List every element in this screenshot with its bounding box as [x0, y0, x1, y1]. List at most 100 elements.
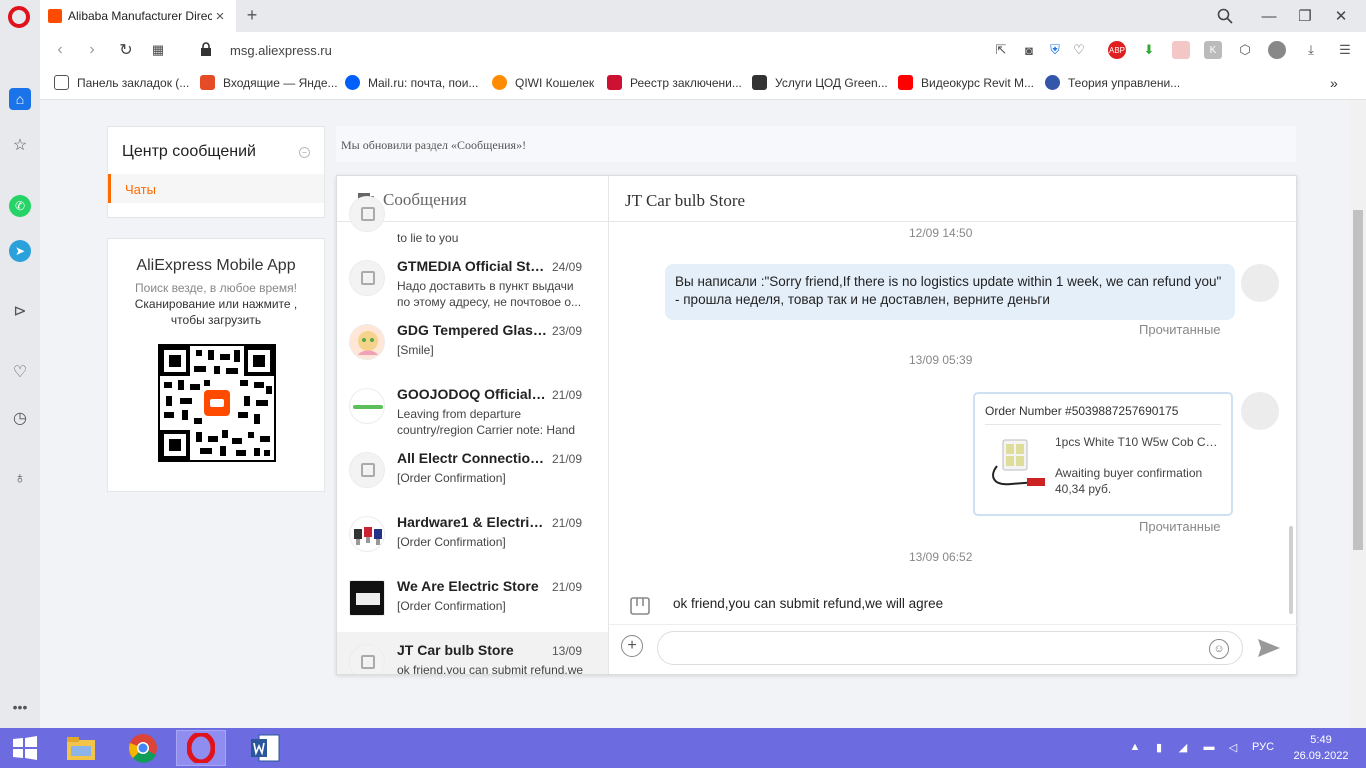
bookmark-item[interactable]: Mail.ru: почта, пои...: [345, 75, 478, 90]
conversation-name: All Electr Connection ...: [397, 450, 547, 466]
order-card[interactable]: Order Number #5039887257690175 1pcs Whit…: [973, 392, 1233, 516]
camera-icon[interactable]: ◙: [1020, 41, 1038, 59]
read-status: Прочитанные: [1139, 322, 1221, 337]
address-bar: ‹ › ↻ ▦ msg.aliexpress.ru ⇱ ◙ ⛨ ♡ ABP ⬇ …: [40, 32, 1366, 68]
k-extension-icon[interactable]: K: [1204, 41, 1222, 59]
chat-pane: JT Car bulb Store 12/09 14:50 Вы написал…: [609, 176, 1297, 674]
file-explorer-icon[interactable]: [56, 730, 106, 766]
minimize-button[interactable]: —: [1258, 5, 1280, 27]
more-icon[interactable]: •••: [9, 696, 31, 718]
bookmark-item[interactable]: Реестр заключени...: [607, 75, 742, 90]
reload-button[interactable]: ↻: [116, 40, 136, 60]
shop-icon: [361, 271, 375, 285]
store-avatar: [349, 644, 385, 674]
telegram-icon[interactable]: ➤: [9, 240, 31, 262]
bookmark-item[interactable]: Теория управлени...: [1045, 75, 1180, 90]
player-icon[interactable]: ⊳: [9, 300, 31, 322]
clock-time: 5:49: [1310, 734, 1332, 746]
app-subtitle: Поиск везде, в любое время!: [135, 281, 297, 295]
list-item[interactable]: We Are Electric Store 21/09 [Order Confi…: [337, 568, 608, 632]
collapse-icon[interactable]: −: [299, 147, 310, 158]
bookmark-item[interactable]: Панель закладок (...: [54, 75, 189, 90]
message-input[interactable]: [657, 631, 1243, 665]
list-item[interactable]: GDG Tempered Glass ... 23/09 [Smile]: [337, 312, 608, 376]
star-icon[interactable]: ☆: [9, 134, 31, 156]
volume-icon[interactable]: ◁: [1226, 740, 1240, 754]
whatsapp-icon[interactable]: ✆: [9, 195, 31, 217]
yandex-mail-icon: [200, 75, 215, 90]
speed-dial-icon[interactable]: ▦: [148, 40, 168, 60]
bookmark-item[interactable]: QIWI Кошелек: [492, 75, 594, 90]
profile-icon[interactable]: [1268, 41, 1286, 59]
close-window-button[interactable]: ✕: [1330, 5, 1352, 27]
conversation-preview: [Smile]: [397, 343, 434, 357]
scrollbar-thumb[interactable]: [1353, 210, 1363, 550]
chrome-icon[interactable]: [118, 730, 168, 766]
list-item-selected[interactable]: JT Car bulb Store 13/09 ok friend,you ca…: [337, 632, 608, 674]
clock[interactable]: 5:49 26.09.2022: [1290, 732, 1352, 764]
shield-icon[interactable]: ⛨: [1046, 41, 1064, 59]
easy-setup-icon[interactable]: ☰: [1336, 41, 1354, 59]
language-indicator[interactable]: РУС: [1252, 741, 1274, 753]
heart-icon[interactable]: ♡: [9, 361, 31, 383]
conversation-name: GOOJODOQ Official S...: [397, 386, 547, 402]
attach-button[interactable]: +: [621, 635, 643, 657]
word-icon[interactable]: [240, 730, 290, 766]
download-ext-icon[interactable]: ⬇: [1140, 41, 1158, 59]
history-icon[interactable]: ◷: [9, 407, 31, 429]
bookmark-item[interactable]: Услуги ЦОД Green...: [752, 75, 888, 90]
list-item[interactable]: Hardware1 & Electric... 21/09 [Order Con…: [337, 504, 608, 568]
list-item[interactable]: to lie to you: [337, 196, 608, 248]
store-avatar: [349, 452, 385, 488]
close-tab-icon[interactable]: ×: [212, 8, 228, 25]
lightbulb-icon[interactable]: ♁: [9, 468, 31, 490]
adblock-icon[interactable]: ABP: [1108, 41, 1126, 59]
extension-icon[interactable]: [1172, 41, 1190, 59]
send-icon[interactable]: [1257, 638, 1281, 658]
show-hidden-icons[interactable]: ▲: [1128, 740, 1142, 754]
chats-link[interactable]: Чаты: [108, 174, 324, 203]
qr-code-icon[interactable]: [158, 344, 276, 462]
conversation-name: We Are Electric Store: [397, 578, 539, 594]
list-item[interactable]: GTMEDIA Official Store 24/09 Надо достав…: [337, 248, 608, 312]
bookmark-item[interactable]: Видеокурс Revit M...: [898, 75, 1034, 90]
opera-sidebar: ⌂ ☆ ✆ ➤ ⊳ ♡ ◷ ♁ •••: [0, 32, 40, 728]
emoji-icon[interactable]: ☺: [1209, 639, 1229, 659]
url-field[interactable]: msg.aliexpress.ru: [230, 43, 332, 58]
bookmark-item[interactable]: Входящие — Янде...: [200, 75, 338, 90]
chat-scrollbar[interactable]: [1289, 526, 1293, 614]
order-status: Awaiting buyer confirmation: [1055, 466, 1203, 480]
back-button[interactable]: ‹: [50, 40, 70, 60]
conversation-date: 23/09: [551, 324, 582, 338]
browser-tab[interactable]: Alibaba Manufacturer Direct ×: [40, 0, 236, 32]
more-bookmarks-icon[interactable]: »: [1330, 75, 1338, 91]
conversation-name: Hardware1 & Electric...: [397, 514, 547, 530]
forward-button[interactable]: ›: [82, 40, 102, 60]
restore-button[interactable]: ❐: [1294, 5, 1316, 27]
shop-icon: [630, 597, 650, 615]
store-avatar: [349, 196, 385, 232]
heart-icon[interactable]: ♡: [1070, 41, 1088, 59]
cube-icon[interactable]: ⬡: [1236, 41, 1254, 59]
opera-menu-icon[interactable]: [8, 6, 30, 28]
store-avatar: [349, 580, 385, 616]
new-tab-button[interactable]: +: [242, 5, 262, 25]
conversation-preview: to lie to you: [397, 231, 459, 245]
signal-icon[interactable]: ◢: [1176, 740, 1190, 754]
taskbar: ▲ ▮ ◢ ▬ ◁ РУС 5:49 26.09.2022: [0, 728, 1366, 768]
list-item[interactable]: GOOJODOQ Official S... 21/09 Leaving fro…: [337, 376, 608, 440]
mobile-app-panel: AliExpress Mobile App Поиск везде, в люб…: [107, 238, 325, 492]
page-scrollbar[interactable]: [1350, 100, 1366, 728]
mailru-icon: [345, 75, 360, 90]
windows-start-icon[interactable]: [0, 730, 50, 766]
search-icon[interactable]: [1214, 5, 1236, 27]
list-item[interactable]: All Electr Connection ... 21/09 [Order C…: [337, 440, 608, 504]
store-avatar: [349, 324, 385, 360]
battery-icon[interactable]: ▬: [1202, 740, 1216, 754]
share-icon[interactable]: ⇱: [992, 41, 1010, 59]
home-icon[interactable]: ⌂: [9, 88, 31, 110]
network-icon[interactable]: ▮: [1152, 740, 1166, 754]
downloads-icon[interactable]: ⤓: [1302, 41, 1320, 59]
opera-taskbar-icon[interactable]: [176, 730, 226, 766]
conversation-name: GTMEDIA Official Store: [397, 258, 547, 274]
